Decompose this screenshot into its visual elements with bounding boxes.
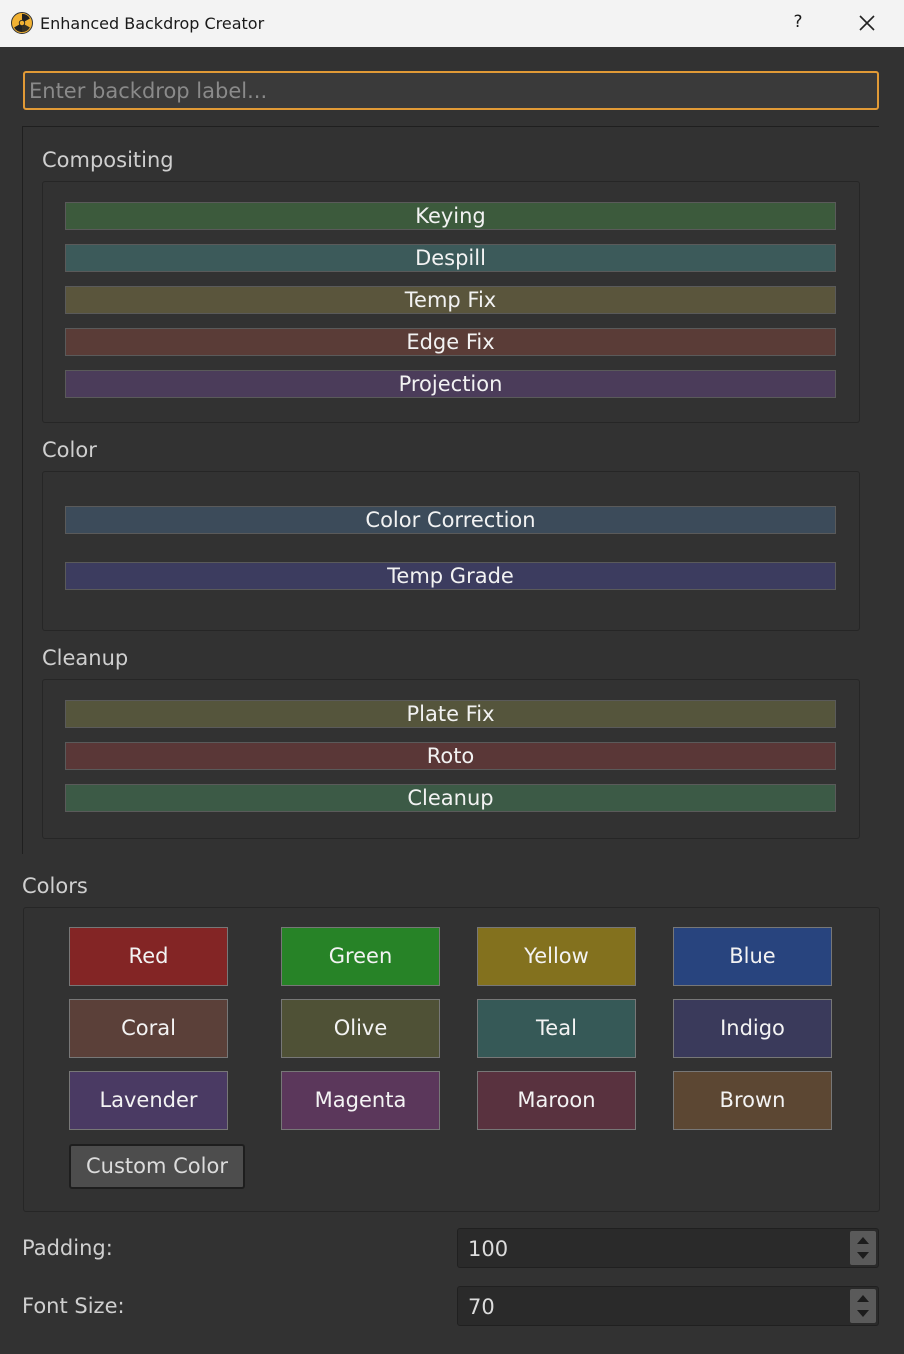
help-button[interactable]: ? [788,12,808,32]
spin-down-icon [857,1252,869,1259]
color-swatch-teal[interactable]: Teal [477,999,636,1058]
color-swatch-brown[interactable]: Brown [673,1071,832,1130]
color-swatch-olive[interactable]: Olive [281,999,440,1058]
color-swatch-yellow[interactable]: Yellow [477,927,636,986]
color-swatch-blue[interactable]: Blue [673,927,832,986]
color-swatch-lavender[interactable]: Lavender [69,1071,228,1130]
preset-button-plate-fix[interactable]: Plate Fix [65,700,836,728]
preset-button-roto[interactable]: Roto [65,742,836,770]
section-title-color: Color [42,438,97,462]
colors-title: Colors [22,874,88,898]
spin-up-icon [857,1295,869,1302]
color-swatch-coral[interactable]: Coral [69,999,228,1058]
font-size-spinbox[interactable]: 70 [457,1286,879,1326]
preset-button-cleanup[interactable]: Cleanup [65,784,836,812]
title-bar: Enhanced Backdrop Creator ? [0,0,904,47]
section-title-compositing: Compositing [42,148,174,172]
preset-button-despill[interactable]: Despill [65,244,836,272]
preset-button-color-correction[interactable]: Color Correction [65,506,836,534]
color-group [42,471,860,631]
preset-button-edge-fix[interactable]: Edge Fix [65,328,836,356]
font-size-label: Font Size: [22,1294,125,1318]
color-swatch-magenta[interactable]: Magenta [281,1071,440,1130]
window-title: Enhanced Backdrop Creator [40,14,265,33]
custom-color-button[interactable]: Custom Color [69,1144,245,1189]
nuke-app-icon [11,12,33,34]
spin-down-icon [857,1310,869,1317]
padding-value[interactable]: 100 [468,1237,508,1261]
color-swatch-green[interactable]: Green [281,927,440,986]
backdrop-label-input[interactable] [23,71,879,110]
color-swatch-indigo[interactable]: Indigo [673,999,832,1058]
spin-up-icon [857,1237,869,1244]
preset-button-temp-fix[interactable]: Temp Fix [65,286,836,314]
preset-button-keying[interactable]: Keying [65,202,836,230]
preset-button-projection[interactable]: Projection [65,370,836,398]
color-swatch-maroon[interactable]: Maroon [477,1071,636,1130]
padding-label: Padding: [22,1236,113,1260]
section-title-cleanup: Cleanup [42,646,129,670]
font-size-value[interactable]: 70 [468,1295,495,1319]
padding-spinbox[interactable]: 100 [457,1228,879,1268]
color-swatch-red[interactable]: Red [69,927,228,986]
preset-button-temp-grade[interactable]: Temp Grade [65,562,836,590]
font-size-stepper[interactable] [850,1289,876,1323]
padding-stepper[interactable] [850,1231,876,1265]
close-icon[interactable] [853,9,881,37]
